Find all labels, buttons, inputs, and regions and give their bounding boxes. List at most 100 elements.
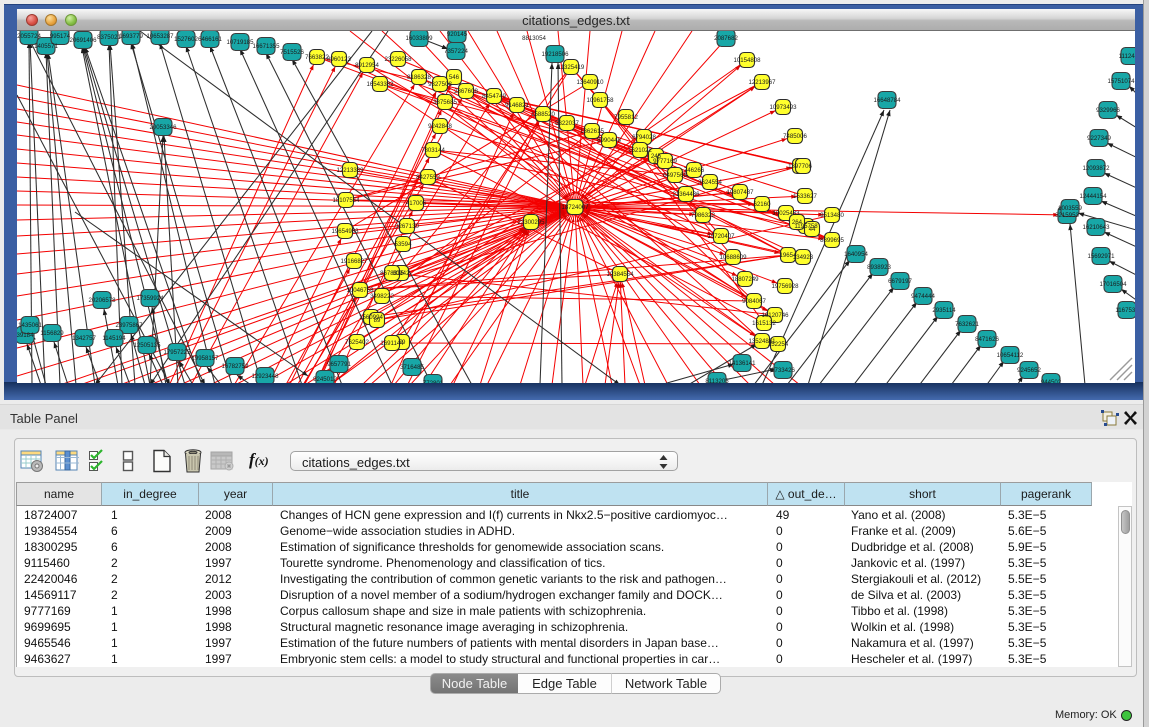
svg-text:10154808: 10154808 [733, 57, 761, 64]
svg-text:8899695: 8899695 [820, 237, 844, 244]
svg-text:18107554: 18107554 [332, 197, 360, 204]
svg-text:8186328: 8186328 [407, 74, 431, 81]
svg-text:8454749: 8454749 [482, 93, 506, 100]
svg-text:16543382: 16543382 [366, 81, 394, 88]
svg-text:1621022: 1621022 [628, 147, 652, 154]
svg-text:62160: 62160 [754, 201, 772, 208]
svg-text:995174: 995174 [50, 33, 71, 40]
svg-text:17016504: 17016504 [1099, 281, 1127, 288]
svg-text:12213389: 12213389 [336, 167, 364, 174]
svg-text:6497568: 6497568 [663, 172, 687, 179]
svg-text:10961758: 10961758 [586, 97, 614, 104]
svg-text:10688609: 10688609 [719, 254, 747, 261]
svg-text:2055724: 2055724 [17, 33, 41, 40]
svg-text:18724007: 18724007 [561, 204, 589, 211]
svg-text:2867608: 2867608 [454, 88, 478, 95]
svg-text:7663822: 7663822 [305, 54, 329, 61]
svg-text:15720407: 15720407 [707, 233, 735, 240]
svg-text:20691406: 20691406 [69, 37, 97, 44]
svg-text:44: 44 [809, 226, 816, 233]
svg-text:3215953: 3215953 [1055, 212, 1079, 219]
svg-text:17359924: 17359924 [136, 295, 164, 302]
svg-text:19654983: 19654983 [331, 228, 359, 235]
svg-text:9474444: 9474444 [911, 293, 935, 300]
svg-text:39184: 39184 [17, 332, 34, 339]
svg-text:1615132: 1615132 [752, 320, 776, 327]
svg-text:746266: 746266 [684, 167, 705, 174]
svg-text:1167533: 1167533 [1115, 307, 1135, 314]
svg-text:9242848: 9242848 [428, 123, 452, 130]
svg-text:8960123: 8960123 [327, 56, 351, 63]
svg-text:19958157: 19958157 [191, 355, 219, 362]
svg-text:1533627: 1533627 [793, 193, 817, 200]
svg-text:12505135: 12505135 [133, 342, 161, 349]
svg-text:19166827: 19166827 [340, 258, 368, 265]
svg-text:1156829: 1156829 [40, 330, 64, 337]
svg-text:12213967: 12213967 [748, 79, 776, 86]
svg-text:9657791: 9657791 [327, 361, 351, 368]
svg-text:14136141: 14136141 [728, 360, 756, 367]
svg-text:89: 89 [374, 317, 381, 324]
svg-text:10025433: 10025433 [772, 210, 800, 217]
svg-text:1691144: 1691144 [380, 340, 404, 347]
svg-text:19384554: 19384554 [606, 271, 634, 278]
svg-text:7357224: 7357224 [444, 48, 468, 55]
svg-text:3624554: 3624554 [698, 179, 722, 186]
svg-text:7986322: 7986322 [691, 212, 715, 219]
svg-text:8427552: 8427552 [416, 174, 440, 181]
svg-text:8990448: 8990448 [597, 137, 621, 144]
svg-text:944502: 944502 [1041, 379, 1062, 383]
svg-text:7625402: 7625402 [345, 339, 369, 346]
svg-text:252254: 252254 [768, 341, 789, 348]
svg-text:21364436: 21364436 [672, 191, 700, 198]
svg-text:1112480: 1112480 [1119, 53, 1135, 60]
svg-text:1527602: 1527602 [174, 36, 198, 43]
svg-text:6794028: 6794028 [632, 134, 656, 141]
svg-text:12444154: 12444154 [1079, 193, 1107, 200]
svg-text:16210643: 16210643 [1082, 224, 1110, 231]
svg-text:9245652: 9245652 [1017, 367, 1041, 374]
svg-text:1405571: 1405571 [34, 43, 58, 50]
svg-text:1640954: 1640954 [844, 251, 868, 258]
svg-text:8813054: 8813054 [522, 35, 546, 42]
svg-text:2087682: 2087682 [714, 35, 738, 42]
svg-text:16671355: 16671355 [252, 43, 280, 50]
svg-text:3498222: 3498222 [370, 293, 394, 300]
svg-text:1342757: 1342757 [72, 335, 96, 342]
svg-text:772801: 772801 [423, 380, 444, 383]
svg-text:9084067: 9084067 [742, 298, 766, 305]
svg-text:16120746: 16120746 [761, 312, 789, 319]
svg-text:8113205: 8113205 [705, 378, 729, 383]
svg-text:19654: 19654 [780, 252, 798, 259]
svg-text:16782759: 16782759 [221, 363, 249, 370]
svg-text:23226058: 23226058 [384, 56, 412, 63]
svg-text:9245012: 9245012 [313, 376, 337, 383]
svg-text:9146821: 9146821 [505, 102, 529, 109]
svg-text:10719185: 10719185 [226, 39, 254, 46]
svg-text:3267130: 3267130 [395, 223, 419, 230]
svg-text:5322037: 5322037 [555, 120, 579, 127]
svg-text:1362615: 1362615 [580, 128, 604, 135]
svg-text:9327508: 9327508 [428, 81, 452, 88]
svg-text:13640910: 13640910 [576, 79, 604, 86]
svg-text:1733426: 1733426 [771, 367, 795, 374]
svg-text:7485006: 7485006 [783, 133, 807, 140]
svg-text:10973493: 10973493 [769, 104, 797, 111]
svg-text:7515526: 7515526 [280, 49, 304, 56]
svg-text:2935114: 2935114 [932, 307, 956, 314]
svg-text:264: 264 [792, 219, 803, 226]
svg-text:8678335: 8678335 [380, 270, 404, 277]
svg-text:1588520: 1588520 [531, 111, 555, 118]
svg-text:23300295: 23300295 [517, 219, 545, 226]
svg-text:8471626: 8471626 [975, 336, 999, 343]
svg-text:17957225: 17957225 [163, 349, 191, 356]
svg-text:546: 546 [449, 74, 460, 81]
svg-text:15692971: 15692971 [1087, 253, 1115, 260]
svg-text:9777169: 9777169 [653, 158, 677, 165]
svg-text:12093872: 12093872 [1082, 165, 1110, 172]
svg-text:9513480: 9513480 [820, 212, 844, 219]
svg-text:9227349: 9227349 [1087, 135, 1111, 142]
svg-text:1145194: 1145194 [102, 335, 126, 342]
svg-text:10653287: 10653287 [146, 33, 174, 40]
svg-text:1435061: 1435061 [18, 322, 42, 329]
